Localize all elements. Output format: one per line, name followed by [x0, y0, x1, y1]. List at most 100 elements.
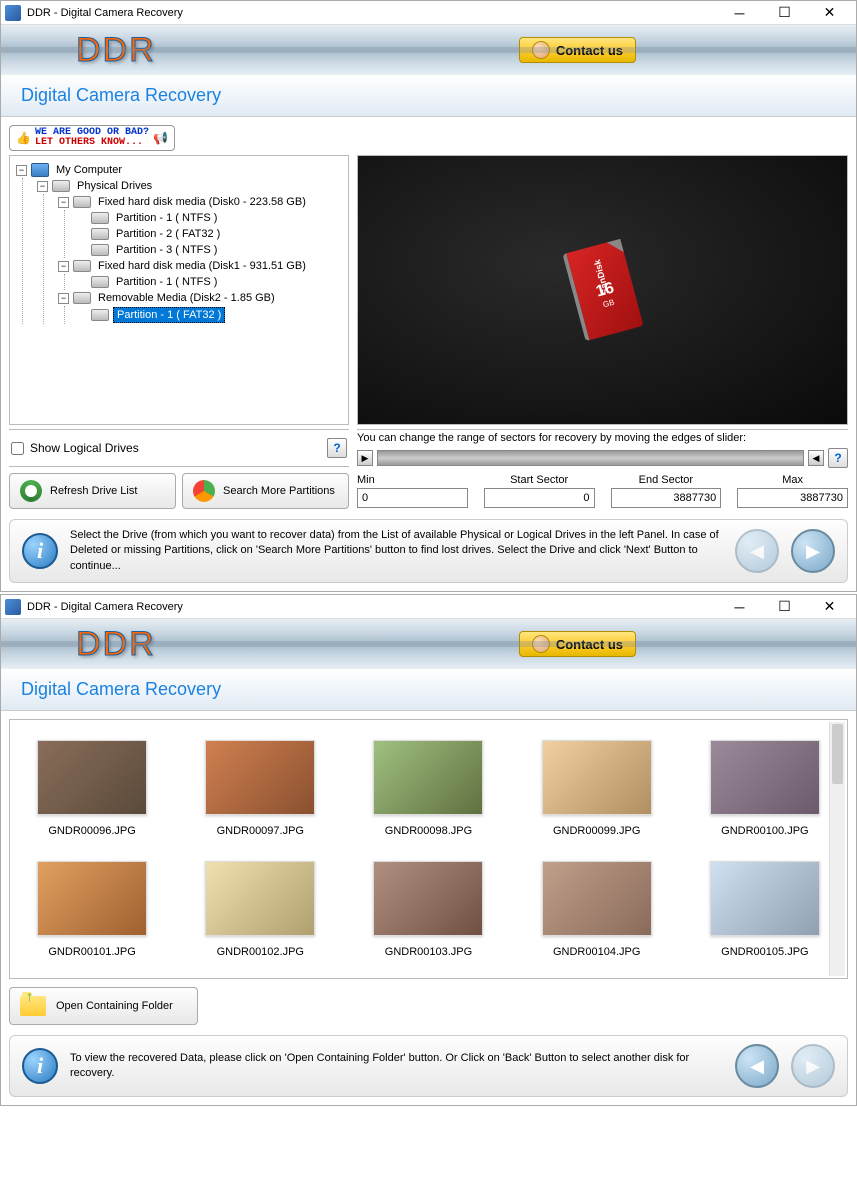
back-button[interactable]: ◀ [735, 529, 779, 573]
thumbnail-filename: GNDR00104.JPG [527, 946, 667, 958]
drive-icon [73, 292, 91, 304]
contact-label: Contact us [556, 637, 623, 652]
show-logical-drives-checkbox[interactable] [11, 442, 24, 455]
drive-icon [91, 309, 109, 321]
tree-physical-drives[interactable]: Physical Drives [74, 179, 155, 193]
next-button[interactable]: ▶ [791, 1044, 835, 1088]
thumbnail-item[interactable]: GNDR00100.JPG [695, 740, 835, 837]
drive-icon [73, 260, 91, 272]
computer-icon [31, 163, 49, 177]
pie-icon [193, 480, 215, 502]
tree-partition[interactable]: Partition - 2 ( FAT32 ) [113, 227, 223, 241]
thumbnail-filename: GNDR00100.JPG [695, 825, 835, 837]
minimize-button[interactable]: ─ [717, 2, 762, 24]
drive-icon [73, 196, 91, 208]
search-more-partitions-button[interactable]: Search More Partitions [182, 473, 349, 509]
thumbnail-item[interactable]: GNDR00099.JPG [527, 740, 667, 837]
drive-icon [91, 212, 109, 224]
subtitle: Digital Camera Recovery [21, 85, 221, 106]
tree-partition[interactable]: Partition - 3 ( NTFS ) [113, 243, 220, 257]
preview-image: SanDisk 16 GB [357, 155, 848, 425]
titlebar[interactable]: DDR - Digital Camera Recovery ─ ☐ ✕ [1, 1, 856, 25]
contact-us-button[interactable]: Contact us [519, 631, 636, 657]
scrollbar[interactable] [829, 722, 845, 976]
info-icon: i [22, 1048, 58, 1084]
tree-toggle[interactable]: − [37, 181, 48, 192]
info-text: Select the Drive (from which you want to… [70, 528, 723, 574]
tree-my-computer[interactable]: My Computer [53, 163, 125, 177]
close-button[interactable]: ✕ [807, 2, 852, 24]
thumbnail-item[interactable]: GNDR00104.JPG [527, 861, 667, 958]
tree-partition[interactable]: Partition - 1 ( NTFS ) [113, 275, 220, 289]
tree-toggle[interactable]: − [58, 293, 69, 304]
thumbnail-image [373, 740, 483, 815]
folder-icon: ↑ [20, 996, 46, 1016]
max-value [737, 488, 848, 508]
show-logical-drives-label: Show Logical Drives [30, 441, 139, 455]
end-sector-input[interactable] [611, 488, 722, 508]
thumbnail-item[interactable]: GNDR00103.JPG [358, 861, 498, 958]
thumbnail-filename: GNDR00102.JPG [190, 946, 330, 958]
end-sector-label: End Sector [611, 474, 722, 486]
minimize-button[interactable]: ─ [717, 596, 762, 618]
thumbnail-item[interactable]: GNDR00098.JPG [358, 740, 498, 837]
slider-right-handle[interactable]: ◀ [808, 450, 824, 466]
thumbnail-item[interactable]: GNDR00096.JPG [22, 740, 162, 837]
open-containing-folder-button[interactable]: ↑ Open Containing Folder [9, 987, 198, 1025]
open-folder-label: Open Containing Folder [56, 1000, 173, 1012]
drive-icon [91, 228, 109, 240]
drive-tree[interactable]: − My Computer − Physical Drives [9, 155, 349, 425]
thumbnail-item[interactable]: GNDR00097.JPG [190, 740, 330, 837]
thumbnail-filename: GNDR00096.JPG [22, 825, 162, 837]
person-icon [532, 635, 550, 653]
header-banner: DDR Contact us [1, 619, 856, 669]
maximize-button[interactable]: ☐ [762, 596, 807, 618]
help-button[interactable]: ? [327, 438, 347, 458]
scrollbar-thumb[interactable] [832, 724, 843, 784]
thumbnail-item[interactable]: GNDR00105.JPG [695, 861, 835, 958]
window-drive-select: DDR - Digital Camera Recovery ─ ☐ ✕ DDR … [0, 0, 857, 592]
thumbnail-image [710, 740, 820, 815]
tree-toggle[interactable]: − [58, 261, 69, 272]
thumbnail-filename: GNDR00101.JPG [22, 946, 162, 958]
drive-icon [91, 244, 109, 256]
titlebar[interactable]: DDR - Digital Camera Recovery ─ ☐ ✕ [1, 595, 856, 619]
contact-label: Contact us [556, 43, 623, 58]
contact-us-button[interactable]: Contact us [519, 37, 636, 63]
tree-partition-selected[interactable]: Partition - 1 ( FAT32 ) [113, 307, 225, 323]
tree-partition[interactable]: Partition - 1 ( NTFS ) [113, 211, 220, 225]
refresh-drive-list-button[interactable]: Refresh Drive List [9, 473, 176, 509]
thumbnail-image [542, 861, 652, 936]
drive-icon [91, 276, 109, 288]
app-icon [5, 5, 21, 21]
min-value [357, 488, 468, 508]
info-text: To view the recovered Data, please click… [70, 1051, 723, 1082]
next-button[interactable]: ▶ [791, 529, 835, 573]
tree-disk2[interactable]: Removable Media (Disk2 - 1.85 GB) [95, 291, 278, 305]
help-button[interactable]: ? [828, 448, 848, 468]
sector-slider[interactable] [377, 450, 804, 466]
thumbnail-image [37, 861, 147, 936]
thumbnail-item[interactable]: GNDR00101.JPG [22, 861, 162, 958]
slider-left-handle[interactable]: ▶ [357, 450, 373, 466]
maximize-button[interactable]: ☐ [762, 2, 807, 24]
tree-toggle[interactable]: − [58, 197, 69, 208]
thumbnail-image [373, 861, 483, 936]
thumb-up-icon: 👍 [16, 131, 31, 145]
refresh-icon [20, 480, 42, 502]
search-label: Search More Partitions [223, 485, 335, 497]
thumbnail-item[interactable]: GNDR00102.JPG [190, 861, 330, 958]
megaphone-icon: 📢 [153, 131, 168, 145]
tree-disk1[interactable]: Fixed hard disk media (Disk1 - 931.51 GB… [95, 259, 309, 273]
tree-toggle[interactable]: − [16, 165, 27, 176]
thumbnail-filename: GNDR00099.JPG [527, 825, 667, 837]
max-label: Max [737, 474, 848, 486]
start-sector-input[interactable] [484, 488, 595, 508]
window-title: DDR - Digital Camera Recovery [27, 601, 717, 613]
info-footer: i Select the Drive (from which you want … [9, 519, 848, 583]
back-button[interactable]: ◀ [735, 1044, 779, 1088]
close-button[interactable]: ✕ [807, 596, 852, 618]
tree-disk0[interactable]: Fixed hard disk media (Disk0 - 223.58 GB… [95, 195, 309, 209]
window-results: DDR - Digital Camera Recovery ─ ☐ ✕ DDR … [0, 594, 857, 1106]
feedback-button[interactable]: 👍 WE ARE GOOD OR BAD? LET OTHERS KNOW...… [9, 125, 175, 151]
